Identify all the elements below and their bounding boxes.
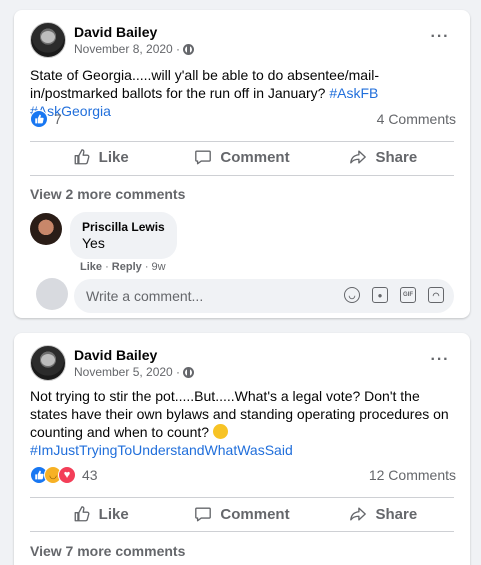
comment-meta: Like · Reply · 9w (80, 261, 166, 273)
like-icon (74, 149, 90, 165)
more-options-button[interactable]: ··· (426, 349, 454, 377)
reactions-count: 43 (82, 467, 98, 483)
author-avatar[interactable] (30, 345, 66, 381)
view-more-comments[interactable]: View 7 more comments (30, 543, 185, 559)
reactions-summary[interactable]: 7 (30, 110, 62, 128)
like-label: Like (98, 148, 129, 166)
sticker-icon[interactable]: ◠ (428, 287, 444, 303)
more-options-button[interactable]: ··· (426, 26, 454, 54)
reactions-summary[interactable]: ◡ ♥ 43 (30, 466, 98, 484)
like-icon (74, 506, 90, 522)
commenter-avatar[interactable] (30, 213, 62, 245)
comment-button[interactable]: Comment (171, 497, 312, 531)
write-comment-input[interactable]: Write a comment... ◡ ● GIF ◠ (74, 279, 454, 313)
comment-button[interactable]: Comment (171, 140, 312, 174)
share-label: Share (375, 505, 418, 523)
love-reaction-icon: ♥ (58, 466, 76, 484)
share-label: Share (375, 148, 418, 166)
comment-text: Yes (82, 235, 105, 251)
write-comment-placeholder: Write a comment... (86, 288, 204, 304)
divider (30, 531, 454, 532)
comment-reply-link[interactable]: Reply (112, 261, 142, 273)
reactions-count: 7 (54, 111, 62, 127)
globe-icon (183, 366, 195, 378)
post-card: David Bailey November 8, 2020 · ··· Stat… (14, 10, 470, 318)
comment-icon (195, 150, 212, 165)
author-avatar[interactable] (30, 22, 66, 58)
camera-icon[interactable]: ● (372, 287, 388, 303)
post-stats: ◡ ♥ 43 12 Comments (30, 466, 456, 486)
comment-tools: ◡ ● GIF ◠ (344, 287, 444, 303)
comment-label: Comment (220, 148, 290, 166)
like-button[interactable]: Like (30, 497, 171, 531)
post-date-text[interactable]: November 5, 2020 · (74, 365, 180, 379)
post-body: Not trying to stir the pot.....But.....W… (30, 388, 449, 440)
post-actions: Like Comment Share (30, 140, 454, 174)
like-reaction-icon (30, 110, 48, 128)
share-button[interactable]: Share (313, 497, 454, 531)
my-avatar (36, 278, 68, 310)
post-header: David Bailey November 5, 2020 · ··· (30, 345, 458, 381)
comment-icon (195, 507, 212, 522)
commenter-name[interactable]: Priscilla Lewis (82, 220, 165, 234)
post-stats: 7 4 Comments (30, 110, 456, 130)
comments-count[interactable]: 4 Comments (377, 111, 456, 127)
share-button[interactable]: Share (313, 140, 454, 174)
post-card: David Bailey November 5, 2020 · ··· Not … (14, 333, 470, 565)
comment-label: Comment (220, 505, 290, 523)
comments-count[interactable]: 12 Comments (369, 467, 456, 483)
author-name[interactable]: David Bailey (74, 347, 157, 363)
comment-like-link[interactable]: Like (80, 261, 102, 273)
post-date: November 8, 2020 · (74, 42, 195, 56)
emoji-icon[interactable]: ◡ (344, 287, 360, 303)
post-header: David Bailey November 8, 2020 · ··· (30, 22, 458, 58)
author-name[interactable]: David Bailey (74, 24, 157, 40)
like-label: Like (98, 505, 129, 523)
comment-bubble: Priscilla Lewis Yes (70, 212, 177, 259)
post-actions: Like Comment Share (30, 497, 454, 531)
comment-age[interactable]: 9w (152, 261, 166, 273)
hashtag-link[interactable]: #AskFB (329, 85, 378, 101)
post-date: November 5, 2020 · (74, 365, 195, 379)
like-button[interactable]: Like (30, 140, 171, 174)
gif-icon[interactable]: GIF (400, 287, 416, 303)
hashtag-link[interactable]: #ImJustTryingToUnderstandWhatWasSaid (30, 442, 293, 458)
post-date-text[interactable]: November 8, 2020 · (74, 42, 180, 56)
share-icon (350, 150, 367, 164)
globe-icon (183, 43, 195, 55)
post-text: Not trying to stir the pot.....But.....W… (30, 387, 458, 459)
thinking-face-emoji (212, 424, 228, 439)
reaction-icons: ◡ ♥ (30, 466, 76, 484)
divider (30, 175, 454, 176)
view-more-comments[interactable]: View 2 more comments (30, 186, 185, 202)
share-icon (350, 507, 367, 521)
post-body: State of Georgia.....will y'all be able … (30, 67, 379, 101)
